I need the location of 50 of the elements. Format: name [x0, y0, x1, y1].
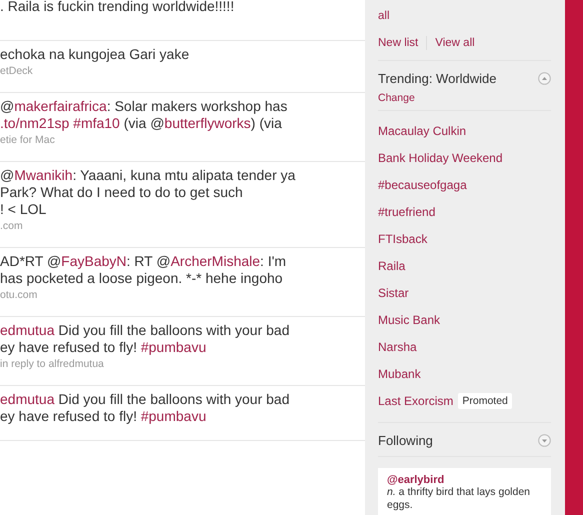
tweet-text: edmutua Did you fill the balloons with your bad: [0, 322, 291, 339]
trend-link[interactable]: Sistar: [378, 286, 409, 300]
tweet-text: echoka na kungojea Gari yake: [0, 46, 190, 63]
trend-link[interactable]: #truefriend: [378, 204, 436, 218]
change-link[interactable]: Change: [378, 92, 551, 104]
tweet-source: etie for Mac: [0, 134, 56, 146]
tweet-link[interactable]: butterflyworks: [164, 115, 251, 131]
tweet-source: in reply to alfredmutua: [0, 358, 105, 370]
tweet-text: ey have refused to fly! #pumbavu: [0, 408, 208, 425]
tweet-source: .com: [0, 220, 24, 232]
tweet-text: @Mwanikih: Yaaani, kuna mtu alipata tender ya: [0, 167, 296, 184]
list-action-link[interactable]: View all: [435, 37, 475, 49]
tweet-text: AD*RT @FayBabyN: RT @ArcherMishale: I'm: [0, 253, 288, 270]
tweet-text: Park? What do I need to do to get such: [0, 184, 244, 201]
card-handle[interactable]: @earlybird: [387, 474, 542, 486]
tweet-text: ! < LOL: [0, 201, 48, 218]
tweet-link[interactable]: ArcherMishale: [170, 253, 260, 269]
trend-link[interactable]: Bank Holiday Weekend: [378, 150, 503, 164]
tweet-text: ey have refused to fly! #pumbavu: [0, 339, 208, 356]
list-action-link[interactable]: New list: [378, 37, 418, 49]
expand-icon[interactable]: [538, 434, 551, 447]
tweet-link[interactable]: Mwanikih: [14, 167, 73, 183]
tweet-text: . Raila is fuckin trending worldwide!!!!!: [0, 0, 236, 15]
tweet-text: .to/nm21sp #mfa10 (via @butterflyworks) (via: [0, 115, 283, 132]
tweet-text: @makerfairafrica: Solar makers workshop has: [0, 98, 288, 115]
tweet-link[interactable]: edmutua: [0, 391, 54, 407]
section-title[interactable]: Following: [378, 433, 433, 448]
tweet-text: edmutua Did you fill the balloons with your bad: [0, 391, 291, 408]
list-link[interactable]: all: [378, 10, 551, 22]
tweet-link[interactable]: #pumbavu: [140, 408, 206, 424]
tweet-link[interactable]: makerfairafrica: [14, 98, 107, 114]
tweet-link[interactable]: .to/nm21sp #mfa10: [0, 115, 120, 131]
collapse-icon[interactable]: [538, 72, 551, 85]
tweet-link[interactable]: #pumbavu: [140, 339, 206, 355]
trend-link[interactable]: Music Bank: [378, 312, 440, 326]
trend-link[interactable]: Last Exorcism: [378, 394, 454, 408]
trend-link[interactable]: Raila: [378, 258, 406, 272]
trend-link[interactable]: #becauseofgaga: [378, 178, 467, 192]
card-definition: n. a thrifty bird that lays golden eggs.: [387, 486, 532, 512]
promoted-badge: Promoted: [458, 392, 512, 408]
trend-link[interactable]: Macaulay Culkin: [378, 124, 466, 138]
trend-link[interactable]: FTIsback: [378, 232, 428, 246]
tweet-source: etDeck: [0, 65, 34, 77]
tweet-link[interactable]: edmutua: [0, 322, 54, 338]
trend-link[interactable]: Mubank: [378, 366, 421, 380]
section-title: Trending: Worldwide: [378, 71, 496, 86]
tweet-link[interactable]: FayBabyN: [61, 253, 127, 269]
tweet-source: otu.com: [0, 289, 38, 301]
tweet-text: has pocketed a loose pigeon. *-* hehe ingoho: [0, 270, 284, 287]
trend-link[interactable]: Narsha: [378, 340, 417, 354]
